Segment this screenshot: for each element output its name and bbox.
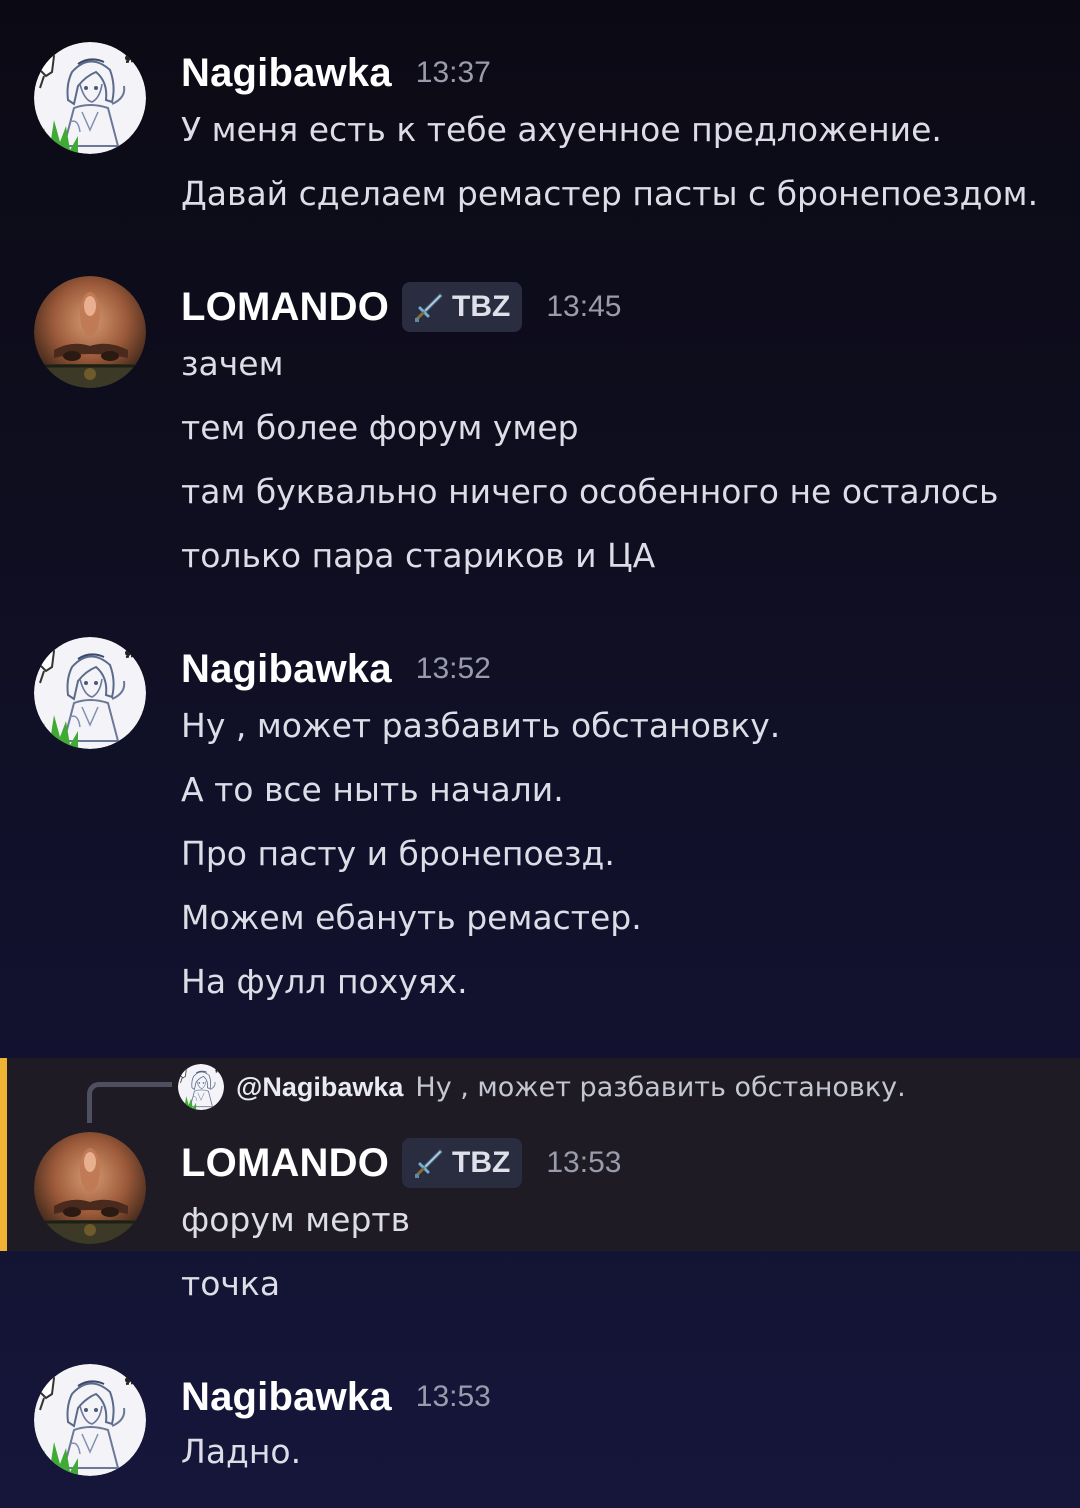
role-tag-label: TBZ — [452, 1146, 511, 1179]
message-header: LOMANDO TBZ 13:53 — [181, 1138, 621, 1188]
role-tag-badge[interactable]: TBZ — [402, 282, 523, 332]
message-text: только пара стариков и ЦА — [181, 536, 656, 575]
reply-avatar — [178, 1064, 224, 1110]
username[interactable]: LOMANDO — [181, 285, 389, 330]
sword-icon — [412, 1146, 446, 1180]
message-header: Nagibawka 13:53 — [181, 1372, 491, 1422]
message-text: Про пасту и бронепоезд. — [181, 834, 615, 873]
username[interactable]: LOMANDO — [181, 1141, 389, 1186]
avatar-nagibawka[interactable] — [34, 637, 146, 749]
avatar-nagibawka[interactable] — [34, 42, 146, 154]
chat-message-list: Nagibawka 13:37 У меня есть к тебе ахуен… — [0, 0, 1080, 1508]
timestamp: 13:37 — [415, 56, 491, 89]
message-text: форум мертв — [181, 1200, 411, 1239]
timestamp: 13:45 — [546, 290, 622, 323]
message-text: тем более форум умер — [181, 408, 579, 447]
message-header: Nagibawka 13:37 — [181, 48, 491, 98]
reply-text[interactable]: Ну , может разбавить обстановку. — [415, 1072, 905, 1103]
message-text: У меня есть к тебе ахуенное предложение. — [181, 110, 942, 149]
role-tag-label: TBZ — [452, 290, 511, 323]
message-header: LOMANDO TBZ 13:45 — [181, 282, 621, 332]
avatar-lomando[interactable] — [34, 1132, 146, 1244]
message-text: Ладно. — [181, 1432, 302, 1471]
message-text: там буквально ничего особенного не остал… — [181, 472, 999, 511]
timestamp: 13:53 — [546, 1146, 622, 1179]
username[interactable]: Nagibawka — [181, 1375, 392, 1420]
role-tag-badge[interactable]: TBZ — [402, 1138, 523, 1188]
sword-icon — [412, 290, 446, 324]
reply-preview[interactable]: @Nagibawka Ну , может разбавить обстанов… — [178, 1064, 906, 1110]
message-text: Ну , может разбавить обстановку. — [181, 706, 781, 745]
message-header: Nagibawka 13:52 — [181, 644, 491, 694]
avatar-nagibawka[interactable] — [34, 1364, 146, 1476]
reply-spine — [87, 1082, 172, 1123]
reply-author[interactable]: @Nagibawka — [236, 1072, 403, 1103]
message-text: А то все ныть начали. — [181, 770, 564, 809]
username[interactable]: Nagibawka — [181, 51, 392, 96]
username[interactable]: Nagibawka — [181, 647, 392, 692]
message-text: Можем ебануть ремастер. — [181, 898, 642, 937]
timestamp: 13:53 — [415, 1380, 491, 1413]
message-text: зачем — [181, 344, 284, 383]
mention-highlight-bar — [0, 1058, 7, 1251]
message-text: точка — [181, 1264, 281, 1303]
message-text: На фулл похуях. — [181, 962, 468, 1001]
avatar-lomando[interactable] — [34, 276, 146, 388]
message-text: Давай сделаем ремастер пасты с бронепоез… — [181, 174, 1039, 213]
timestamp: 13:52 — [415, 652, 491, 685]
